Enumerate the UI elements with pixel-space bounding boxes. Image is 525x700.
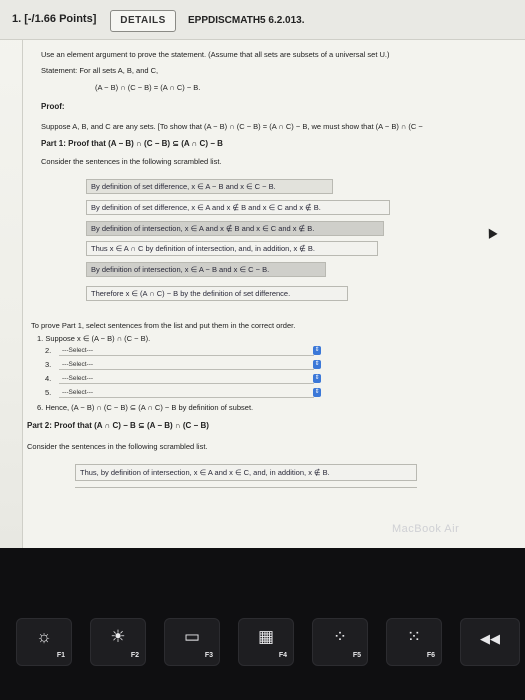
step-5-select-arrow-icon[interactable]: ⇕ — [313, 388, 321, 397]
step-3-number: 3. — [45, 360, 52, 369]
mission-control-key[interactable]: ▭ F3 — [164, 618, 220, 666]
keyboard-light-up-icon: ⁙ — [406, 627, 422, 646]
problem-code: EPPDISCMATH5 6.2.013. — [188, 15, 305, 26]
scrambled-sentence-2[interactable]: By definition of set difference, x ∈ A a… — [86, 200, 390, 215]
keyboard-light-down-key[interactable]: ⁘ F5 — [312, 618, 368, 666]
scrambled-intro-2: Consider the sentences in the following … — [27, 442, 208, 451]
step-2-select[interactable]: ---Select--- — [59, 346, 314, 356]
step-6: 6. Hence, (A − B) ∩ (C − B) ⊆ (A ∩ C) − … — [37, 403, 254, 412]
part1-heading: Part 1: Proof that (A − B) ∩ (C − B) ⊆ (… — [41, 139, 223, 148]
part2-sentence-1[interactable]: Thus, by definition of intersection, x ∈… — [75, 464, 417, 481]
keyboard-light-down-icon: ⁘ — [332, 627, 348, 646]
scrambled-sentence-6[interactable]: Therefore x ∈ (A ∩ C) − B by the definit… — [86, 286, 348, 301]
step-5-number: 5. — [45, 388, 52, 397]
question-number: 1. [-/1.66 Points] — [12, 13, 97, 25]
rewind-key[interactable]: ◀◀ — [460, 618, 520, 666]
brightness-up-key[interactable]: ☀ F2 — [90, 618, 146, 666]
launchpad-icon: ▦ — [257, 627, 275, 646]
instruction-text: Use an element argument to prove the sta… — [41, 50, 390, 59]
suppose-text: Suppose A, B, and C are any sets. [To sh… — [41, 122, 423, 131]
statement-formula: (A − B) ∩ (C − B) = (A ∩ C) − B. — [95, 83, 201, 92]
question-content: Use an element argument to prove the sta… — [22, 40, 525, 548]
details-button[interactable]: DETAILS — [110, 10, 176, 32]
brightness-down-key[interactable]: ☼ F1 — [16, 618, 72, 666]
step-3-select[interactable]: ---Select--- — [59, 360, 314, 370]
step-4-number: 4. — [45, 374, 52, 383]
scrambled-sentence-5[interactable]: By definition of intersection, x ∈ A − B… — [86, 262, 326, 277]
brightness-up-icon: ☀ — [110, 627, 126, 646]
statement-label: Statement: For all sets A, B, and C, — [41, 66, 159, 75]
scrambled-intro-1: Consider the sentences in the following … — [41, 157, 222, 166]
scrambled-sentence-4[interactable]: Thus x ∈ A ∩ C by definition of intersec… — [86, 241, 378, 256]
step-3-select-arrow-icon[interactable]: ⇕ — [313, 360, 321, 369]
step-5-select[interactable]: ---Select--- — [59, 388, 314, 398]
laptop-brand: MacBook Air — [392, 523, 460, 535]
step-1: 1. Suppose x ∈ (A − B) ∩ (C − B). — [37, 334, 151, 343]
keyboard-light-up-key[interactable]: ⁙ F6 — [386, 618, 442, 666]
brightness-down-icon: ☼ — [36, 627, 52, 646]
scrambled-sentence-3[interactable]: By definition of intersection, x ∈ A and… — [86, 221, 384, 236]
step-2-number: 2. — [45, 346, 52, 355]
part1-instruction: To prove Part 1, select sentences from t… — [31, 321, 296, 330]
mission-control-icon: ▭ — [183, 627, 201, 646]
part2-heading: Part 2: Proof that (A ∩ C) − B ⊆ (A − B)… — [27, 421, 209, 430]
step-4-select[interactable]: ---Select--- — [59, 374, 314, 384]
question-header: 1. [-/1.66 Points] DETAILS EPPDISCMATH5 … — [0, 0, 525, 40]
scrambled-sentence-1[interactable]: By definition of set difference, x ∈ A −… — [86, 179, 333, 194]
launchpad-key[interactable]: ▦ F4 — [238, 618, 294, 666]
step-4-select-arrow-icon[interactable]: ⇕ — [313, 374, 321, 383]
part2-next-sentence-edge — [75, 487, 417, 491]
proof-label: Proof: — [41, 102, 65, 111]
screen: 1. [-/1.66 Points] DETAILS EPPDISCMATH5 … — [0, 0, 525, 548]
step-2-select-arrow-icon[interactable]: ⇕ — [313, 346, 321, 355]
rewind-icon: ◀◀ — [480, 631, 500, 646]
